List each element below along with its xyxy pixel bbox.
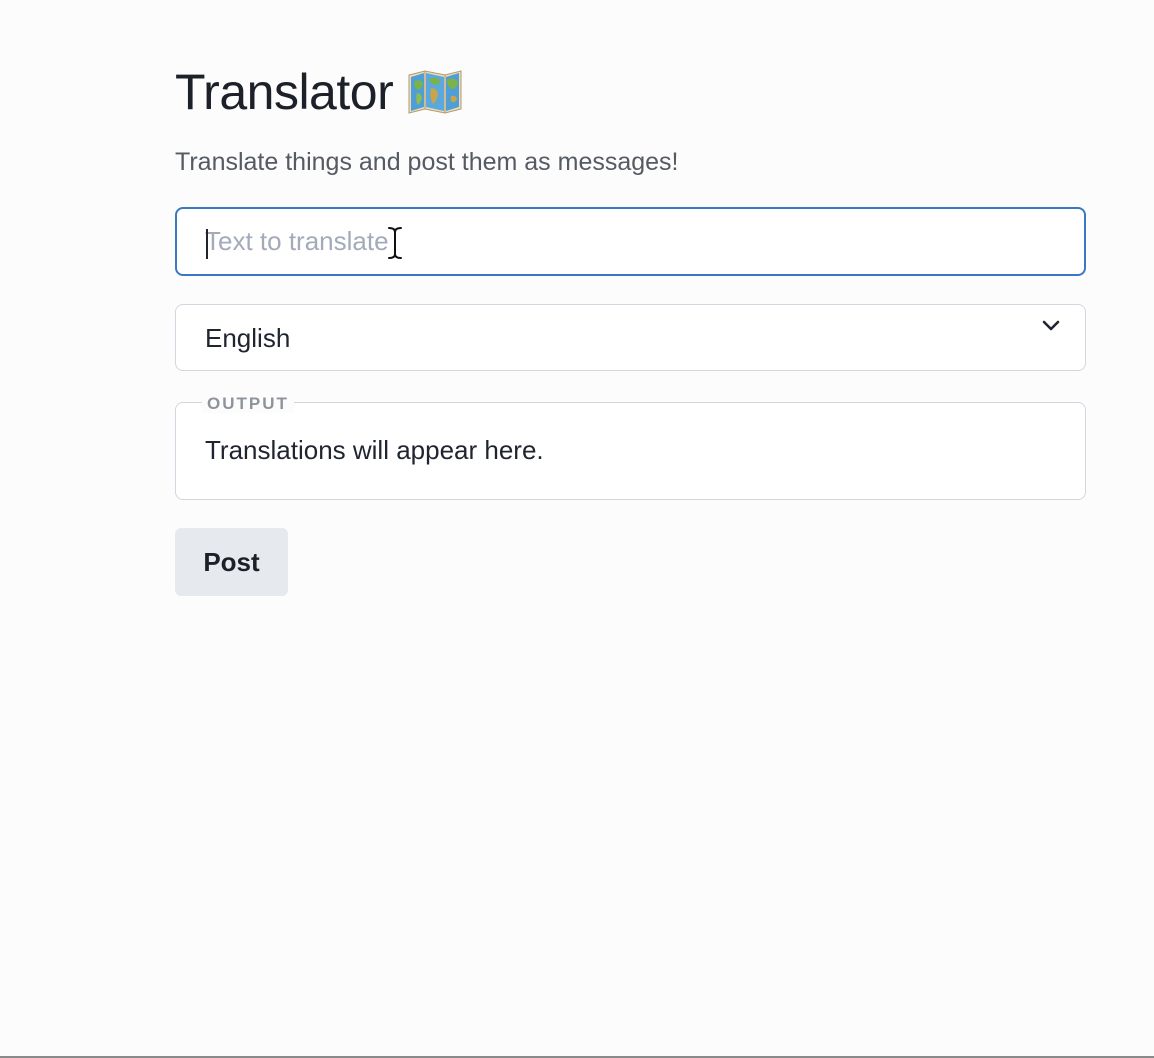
- translate-input[interactable]: [177, 209, 1084, 274]
- language-select-value: English: [205, 323, 291, 353]
- page-subtitle: Translate things and post them as messag…: [175, 148, 679, 176]
- output-legend: OUTPUT: [202, 395, 294, 413]
- translator-panel: Translator Translate things and post the…: [175, 60, 1086, 596]
- text-caret: [206, 229, 208, 259]
- output-text: Translations will appear here.: [205, 435, 544, 465]
- ibeam-cursor-icon: [387, 226, 403, 260]
- header: Translator: [175, 60, 1086, 124]
- language-select[interactable]: English: [175, 304, 1086, 371]
- translate-input-field[interactable]: [175, 207, 1086, 276]
- page-title: Translator: [175, 64, 394, 120]
- post-button[interactable]: Post: [175, 528, 288, 596]
- output-box: OUTPUT Translations will appear here.: [175, 395, 1086, 500]
- world-map-icon: [407, 69, 463, 115]
- chevron-down-icon: [1041, 319, 1061, 333]
